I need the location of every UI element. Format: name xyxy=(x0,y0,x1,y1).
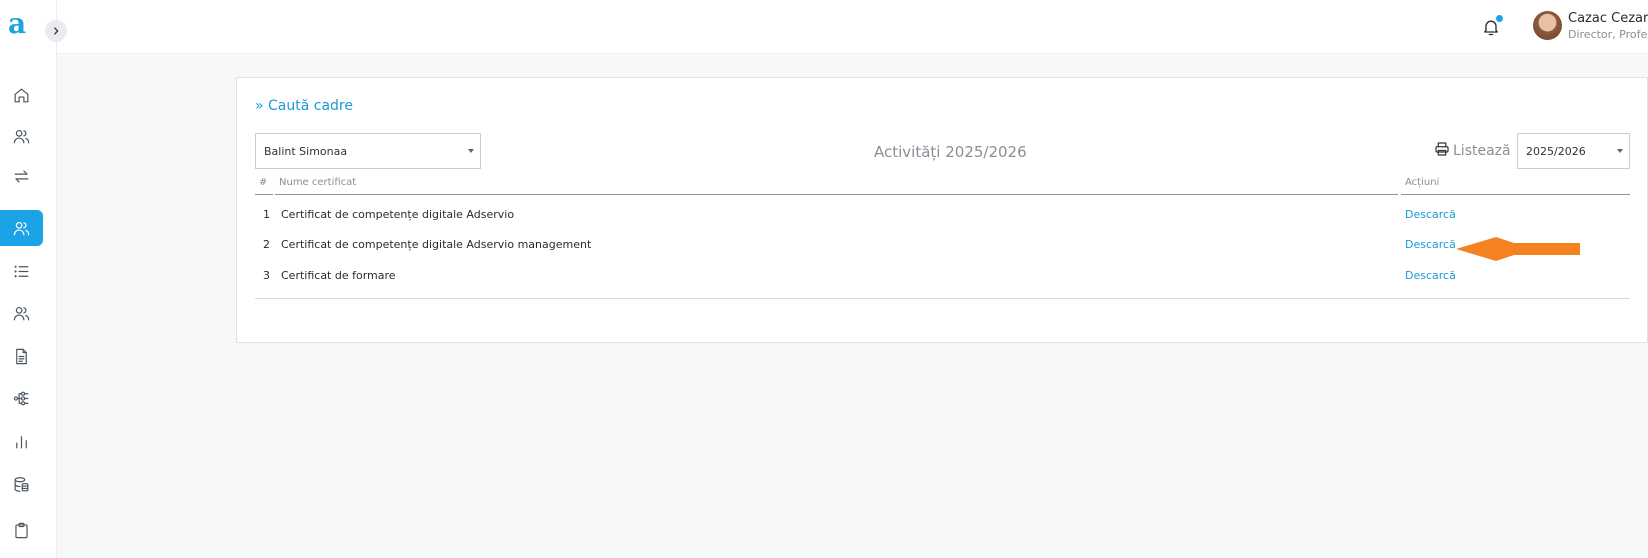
activity-title: Activități 2025/2026 xyxy=(874,143,1027,161)
avatar[interactable] xyxy=(1533,11,1562,40)
nav-documents[interactable] xyxy=(0,338,43,374)
annotation-arrow xyxy=(1456,237,1580,261)
hierarchy-icon xyxy=(13,391,29,405)
nav-staff[interactable] xyxy=(0,210,43,246)
nav-lists[interactable] xyxy=(0,253,43,289)
search-staff-link[interactable]: » Caută cadre xyxy=(255,98,353,114)
nav-statistics[interactable] xyxy=(0,423,43,459)
notifications-button[interactable] xyxy=(1481,15,1503,37)
list-icon xyxy=(14,265,29,277)
column-header-name: Nume certificat xyxy=(275,177,1398,195)
user-name: Cazac Cezara xyxy=(1568,11,1648,26)
row-number: 2 xyxy=(263,238,270,251)
teacher-select-value: Balint Simonaa xyxy=(264,144,348,158)
row-number: 1 xyxy=(263,208,270,221)
row-number: 3 xyxy=(263,269,270,282)
table-divider xyxy=(255,298,1630,299)
nav-hierarchy[interactable] xyxy=(0,380,43,416)
caret-down-icon xyxy=(468,149,474,153)
certificates-panel: » Caută cadre Balint Simonaa Activități … xyxy=(236,77,1648,343)
column-header-number: # xyxy=(255,177,273,195)
certificate-name: Certificat de competențe digitale Adserv… xyxy=(281,238,592,251)
transfer-icon xyxy=(14,169,29,183)
app-logo[interactable]: a xyxy=(8,10,26,38)
caret-down-icon xyxy=(1617,149,1623,153)
print-label: Listează xyxy=(1453,143,1511,159)
top-bar: Cazac Cezara Director, Profesor xyxy=(57,0,1648,54)
table-row: 3 Certificat de formare Descarcă xyxy=(255,260,1630,290)
database-icon xyxy=(14,476,29,492)
column-header-actions: Acțiuni xyxy=(1401,177,1630,195)
print-list-button[interactable]: Listează xyxy=(1433,139,1511,159)
bar-chart-icon xyxy=(16,435,27,448)
chevron-right-icon xyxy=(54,27,59,35)
teacher-select[interactable]: Balint Simonaa xyxy=(255,133,481,169)
nav-database[interactable] xyxy=(0,466,43,502)
nav-home[interactable] xyxy=(0,77,43,113)
download-link[interactable]: Descarcă xyxy=(1405,208,1456,221)
staff-icon xyxy=(13,221,30,235)
certificate-name: Certificat de formare xyxy=(281,269,396,282)
year-select-value: 2025/2026 xyxy=(1526,144,1586,158)
home-icon xyxy=(14,88,29,102)
nav-users[interactable] xyxy=(0,118,43,154)
table-row: 1 Certificat de competențe digitale Adse… xyxy=(255,199,1630,229)
nav-transfers[interactable] xyxy=(0,158,43,194)
users-icon xyxy=(13,129,30,143)
sidebar: a xyxy=(0,0,57,558)
notification-dot xyxy=(1496,15,1503,22)
certificate-name: Certificat de competențe digitale Adserv… xyxy=(281,208,515,221)
download-link[interactable]: Descarcă xyxy=(1405,238,1456,251)
document-icon xyxy=(16,348,27,364)
group-icon xyxy=(13,306,30,320)
download-link[interactable]: Descarcă xyxy=(1405,269,1456,282)
year-select[interactable]: 2025/2026 xyxy=(1517,133,1630,169)
table-row: 2 Certificat de competențe digitale Adse… xyxy=(255,229,1630,259)
nav-clipboard[interactable] xyxy=(0,512,43,548)
sidebar-toggle-button[interactable] xyxy=(45,20,67,42)
printer-icon xyxy=(1435,142,1449,156)
nav-groups[interactable] xyxy=(0,295,43,331)
user-role: Director, Profesor xyxy=(1568,28,1648,41)
clipboard-icon xyxy=(15,522,28,538)
